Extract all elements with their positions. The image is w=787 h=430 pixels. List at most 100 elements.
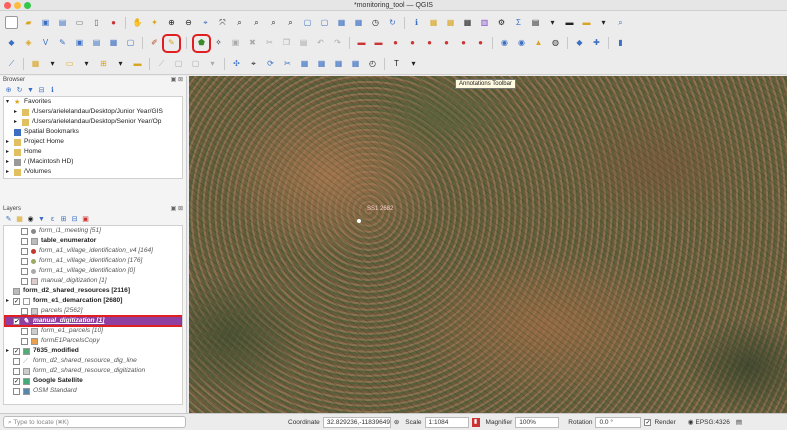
- browser-refresh-icon[interactable]: ↻: [15, 86, 24, 95]
- filter-legend-icon[interactable]: ▼: [37, 215, 46, 224]
- remove-layer-icon[interactable]: ▣: [81, 215, 90, 224]
- expand-arrow-icon[interactable]: ▸: [14, 107, 22, 117]
- fill-ring-icon[interactable]: ▦: [298, 57, 311, 70]
- split-features-icon[interactable]: ◴: [366, 57, 379, 70]
- zoom-out-icon[interactable]: ⊖: [182, 16, 195, 29]
- new-shapefile-icon[interactable]: ▦: [107, 37, 120, 50]
- layer-item[interactable]: ⟋ form_d2_shared_resource_dig_line: [4, 356, 182, 366]
- simplify-feature-icon[interactable]: ⌖: [247, 57, 260, 70]
- browser-item[interactable]: ▾ ★ Favorites: [4, 97, 182, 107]
- zoom-window-button[interactable]: [24, 2, 31, 9]
- select-rectangle-icon[interactable]: ▭: [63, 57, 76, 70]
- layer-item[interactable]: OSM Standard: [4, 386, 182, 396]
- map-feature-point[interactable]: [357, 219, 361, 223]
- expand-arrow-icon[interactable]: ▸: [6, 167, 14, 177]
- open-attribute-table-icon[interactable]: ▦: [461, 16, 474, 29]
- advanced-dropdown-icon[interactable]: ▾: [206, 57, 219, 70]
- vertex-tool-icon[interactable]: ✧: [212, 37, 225, 50]
- layer-visibility-checkbox[interactable]: ✓: [13, 317, 20, 325]
- change-label-icon[interactable]: ●: [474, 37, 487, 50]
- label-tool-icon[interactable]: ▬: [355, 37, 368, 50]
- browser-item[interactable]: ▸ /Users/arielelandau/Desktop/Junior Year…: [4, 107, 182, 117]
- rotation-field[interactable]: 0.0 °: [595, 416, 642, 428]
- close-window-button[interactable]: [4, 2, 11, 9]
- temporal-controller-icon[interactable]: ◷: [369, 16, 382, 29]
- profile-tool-icon[interactable]: ⟋: [5, 57, 18, 70]
- annotation-tool-icon[interactable]: ▬: [131, 57, 144, 70]
- pan-map-icon[interactable]: ✋: [131, 16, 144, 29]
- layer-item[interactable]: ▸ ✓ form_e1_demarcation [2680]: [4, 296, 182, 306]
- expand-arrow-icon[interactable]: ▸: [6, 137, 14, 147]
- filter-icon[interactable]: ⊞: [97, 57, 110, 70]
- layer-visibility-checkbox[interactable]: [21, 327, 28, 335]
- new-geopackage-icon[interactable]: ▤: [90, 37, 103, 50]
- layer-visibility-checkbox[interactable]: [21, 227, 28, 235]
- browser-item[interactable]: ▸ /Volumes: [4, 167, 182, 177]
- select-rect-dropdown-icon[interactable]: ▾: [80, 57, 93, 70]
- scale-field[interactable]: 1:1084: [424, 416, 469, 428]
- layer-item[interactable]: form_i1_meeting [51]: [4, 226, 182, 236]
- select-features-icon[interactable]: ▦: [427, 16, 440, 29]
- browser-item[interactable]: ▸ Home: [4, 147, 182, 157]
- rotate-label-icon[interactable]: ●: [457, 37, 470, 50]
- delete-ring-icon[interactable]: ▦: [315, 57, 328, 70]
- plugin-b-icon[interactable]: ✚: [590, 37, 603, 50]
- layer-item[interactable]: form_e1_parcels [10]: [4, 326, 182, 336]
- new-temporary-layer-icon[interactable]: ▢: [124, 37, 137, 50]
- layer-item[interactable]: ▸ ✓ 7635_modified: [4, 346, 182, 356]
- layer-item[interactable]: table_enumerator: [4, 236, 182, 246]
- layer-visibility-checkbox[interactable]: [21, 237, 28, 245]
- panel-float-close-icon[interactable]: ▣ ⊠: [171, 76, 183, 85]
- refresh-icon[interactable]: ↻: [386, 16, 399, 29]
- layer-visibility-checkbox[interactable]: [21, 277, 28, 285]
- paste-features-icon[interactable]: ▤: [297, 37, 310, 50]
- browser-add-icon[interactable]: ⊕: [4, 86, 13, 95]
- locator-search-input[interactable]: ⌕ Type to locate (⌘K): [3, 416, 186, 428]
- open-project-icon[interactable]: ▰: [22, 16, 35, 29]
- add-raster-layer-icon[interactable]: ◈: [22, 37, 35, 50]
- select-by-expression-icon[interactable]: ▦: [29, 57, 42, 70]
- expand-arrow-icon[interactable]: ▸: [14, 117, 22, 127]
- layer-item[interactable]: parcels [2562]: [4, 306, 182, 316]
- browser-item[interactable]: Spatial Bookmarks: [4, 127, 182, 137]
- filter-dropdown-icon[interactable]: ▾: [114, 57, 127, 70]
- new-bookmark-icon[interactable]: ▦: [335, 16, 348, 29]
- add-spatialite-icon[interactable]: ✎: [56, 37, 69, 50]
- add-part-icon[interactable]: ✂: [281, 57, 294, 70]
- new-print-layout-icon[interactable]: ▭: [73, 16, 86, 29]
- layer-visibility-checkbox[interactable]: ✓: [13, 347, 20, 355]
- zoom-to-layer-icon[interactable]: ⌕: [250, 16, 263, 29]
- move-label-icon[interactable]: ●: [440, 37, 453, 50]
- layer-styling-icon[interactable]: ✎: [4, 215, 13, 224]
- expand-arrow-icon[interactable]: ▸: [6, 296, 13, 306]
- annotation-dropdown-icon[interactable]: ▾: [597, 16, 610, 29]
- current-edits-icon[interactable]: ✐: [148, 37, 161, 50]
- text-dropdown-icon[interactable]: ▾: [407, 57, 420, 70]
- layer-visibility-checkbox[interactable]: [21, 267, 28, 275]
- new-3d-map-icon[interactable]: ▢: [318, 16, 331, 29]
- layer-visibility-checkbox[interactable]: [21, 247, 28, 255]
- text-tool-icon[interactable]: T: [390, 57, 403, 70]
- layer-visibility-checkbox[interactable]: [21, 337, 28, 345]
- layer-visibility-checkbox[interactable]: ✓: [13, 297, 20, 305]
- layer-visibility-checkbox[interactable]: [21, 307, 28, 315]
- expand-arrow-icon[interactable]: ▸: [6, 346, 13, 356]
- add-delimited-text-icon[interactable]: V: [39, 37, 52, 50]
- tracing-icon[interactable]: ▢: [172, 57, 185, 70]
- layer-item[interactable]: form_a1_village_identification_v4 [164]: [4, 246, 182, 256]
- statistical-summary-icon[interactable]: Σ: [512, 16, 525, 29]
- measure-icon[interactable]: ▤: [529, 16, 542, 29]
- triangle-tool-icon[interactable]: ▲: [532, 37, 545, 50]
- add-group-icon[interactable]: ▦: [15, 215, 24, 224]
- save-project-icon[interactable]: ▣: [39, 16, 52, 29]
- zoom-full-icon[interactable]: ⤧: [216, 16, 229, 29]
- browser-filter-icon[interactable]: ▼: [26, 86, 35, 95]
- zoom-last-icon[interactable]: ⌕: [267, 16, 280, 29]
- layer-item[interactable]: form_d2_shared_resource_digitization: [4, 366, 182, 376]
- filter-by-expression-icon[interactable]: ε: [48, 215, 57, 224]
- web-plugin-icon[interactable]: ◉: [498, 37, 511, 50]
- browser-item[interactable]: ▸ Project Home: [4, 137, 182, 147]
- processing-toolbox-icon[interactable]: ⚙: [495, 16, 508, 29]
- browser-item[interactable]: ▸ /Users/arielelandau/Desktop/Senior Year…: [4, 117, 182, 127]
- expand-arrow-icon[interactable]: ▸: [6, 147, 14, 157]
